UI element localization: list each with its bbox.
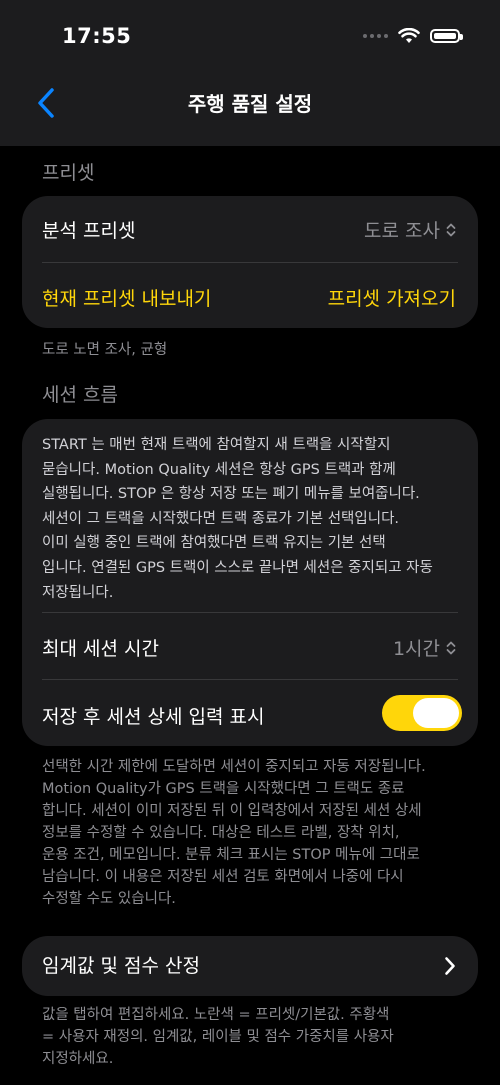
footnote-line: = 사용자 재정의. 임계값, 레이블 및 점수 가중치를 사용자 bbox=[42, 1029, 394, 1045]
session-description: START 는 매번 현재 트랙에 참여할지 새 트랙을 시작할지 묻습니다. … bbox=[42, 433, 462, 605]
page-title: 주행 품질 설정 bbox=[187, 92, 313, 116]
description-line: 이미 실행 중인 트랙에 참여했다면 트랙 유지는 기본 선택 bbox=[42, 535, 386, 552]
session-section-header: 세션 흐름 bbox=[42, 384, 118, 406]
max-session-time-picker[interactable]: 1시간 bbox=[393, 634, 456, 661]
threshold-scoring-row[interactable]: 임계값 및 점수 산정 bbox=[22, 936, 478, 996]
toggle-knob bbox=[413, 698, 459, 728]
description-line: START 는 매번 현재 트랙에 참여할지 새 트랙을 시작할지 bbox=[42, 437, 391, 453]
description-line: 세션이 그 트랙을 시작했다면 트랙 종료가 기본 선택입니다. bbox=[42, 510, 400, 527]
max-session-time-label: 최대 세션 시간 bbox=[42, 638, 159, 660]
threshold-footnote: 값을 탭하여 편집하세요. 노란색 = 프리셋/기본값. 주황색 = 사용자 재… bbox=[42, 1004, 462, 1070]
chevron-up-down-icon bbox=[446, 641, 456, 654]
preset-section-header: 프리셋 bbox=[42, 162, 95, 184]
max-session-time-value: 1시간 bbox=[392, 638, 440, 660]
divider bbox=[42, 612, 458, 613]
analysis-preset-label: 분석 프리셋 bbox=[42, 220, 136, 242]
footnote-line: 지정하세요. bbox=[42, 1051, 114, 1067]
navigation-bar: 17:55 주행 품질 설정 bbox=[0, 0, 500, 146]
description-line: 입니다. 연결된 GPS 트랙이 스스로 끝나면 세션은 중지되고 자동 bbox=[42, 559, 433, 576]
footnote-line: Motion Quality가 GPS 트랙을 시작했다면 그 트랙도 종료 bbox=[42, 781, 405, 797]
threshold-scoring-label: 임계값 및 점수 산정 bbox=[42, 955, 200, 977]
status-icons bbox=[363, 28, 463, 44]
description-line: 저장됩니다. bbox=[42, 584, 114, 601]
footnote-line: 정보를 수정할 수 있습니다. 대상은 테스트 라벨, 장착 위치, bbox=[42, 825, 400, 841]
analysis-preset-picker[interactable]: 도로 조사 bbox=[364, 216, 456, 243]
footnote-line: 합니다. 세션이 이미 저장된 뒤 이 입력창에서 저장된 세션 상세 bbox=[42, 803, 422, 819]
show-details-label: 저장 후 세션 상세 입력 표시 bbox=[42, 706, 265, 728]
chevron-right-icon bbox=[445, 957, 455, 975]
show-details-toggle[interactable] bbox=[382, 695, 462, 731]
session-card: START 는 매번 현재 트랙에 참여할지 새 트랙을 시작할지 묻습니다. … bbox=[22, 419, 478, 746]
description-line: 실행됩니다. STOP 은 항상 저장 또는 폐기 메뉴를 보여줍니다. bbox=[42, 486, 420, 503]
session-footnote: 선택한 시간 제한에 도달하면 세션이 중지되고 자동 저장됩니다. Motio… bbox=[42, 756, 462, 910]
chevron-up-down-icon bbox=[446, 223, 456, 236]
analysis-preset-value: 도로 조사 bbox=[364, 220, 440, 242]
description-line: 묻습니다. Motion Quality 세션은 항상 GPS 트랙과 함께 bbox=[42, 461, 396, 478]
signal-icon bbox=[363, 34, 388, 38]
footnote-line: 수정할 수도 있습니다. bbox=[42, 891, 176, 907]
preset-card: 분석 프리셋 도로 조사 현재 프리셋 내보내기 프리셋 가져오기 bbox=[22, 196, 478, 328]
footnote-line: 값을 탭하여 편집하세요. 노란색 = 프리셋/기본값. 주황색 bbox=[42, 1007, 390, 1023]
footnote-line: 운용 조건, 메모입니다. 분류 체크 표시는 STOP 메뉴에 그대로 bbox=[42, 847, 420, 863]
footnote-line: 남습니다. 이 내용은 저장된 세션 검토 화면에서 나중에 다시 bbox=[42, 869, 404, 885]
import-preset-button[interactable]: 프리셋 가져오기 bbox=[328, 284, 456, 311]
divider bbox=[42, 679, 458, 680]
status-time: 17:55 bbox=[62, 24, 132, 48]
wifi-icon bbox=[398, 28, 420, 43]
preset-footnote: 도로 노면 조사, 균형 bbox=[42, 342, 168, 358]
divider bbox=[42, 262, 458, 263]
battery-icon bbox=[430, 29, 463, 43]
export-preset-button[interactable]: 현재 프리셋 내보내기 bbox=[42, 284, 211, 311]
footnote-line: 선택한 시간 제한에 도달하면 세션이 중지되고 자동 저장됩니다. bbox=[42, 759, 426, 775]
